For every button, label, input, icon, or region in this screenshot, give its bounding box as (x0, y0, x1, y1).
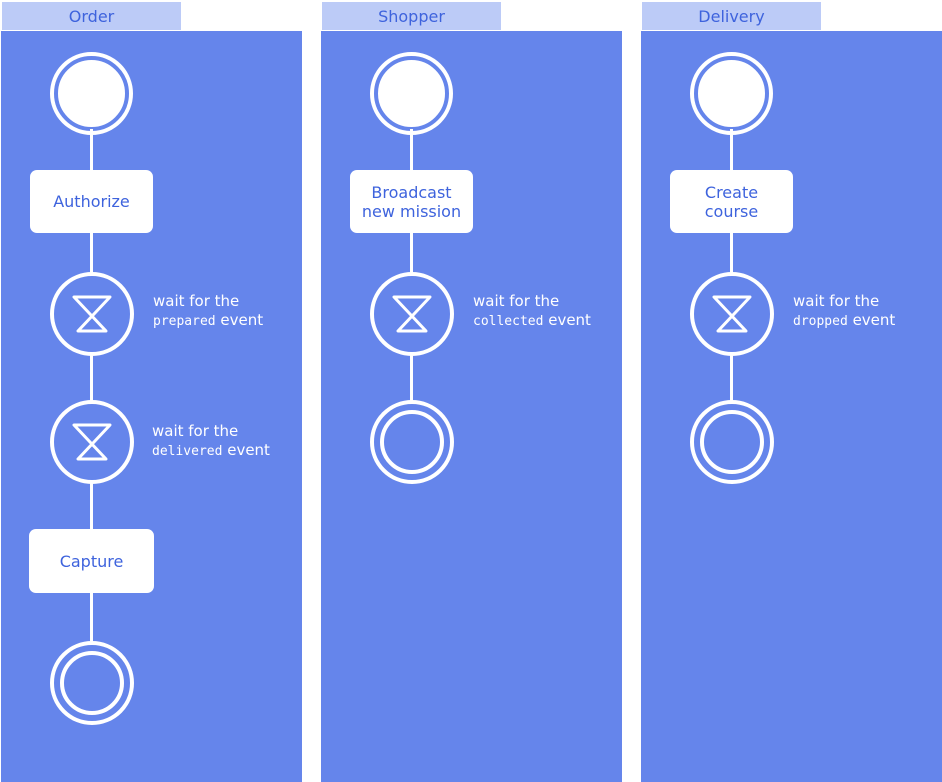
task-label: Authorize (53, 192, 130, 211)
task-label: Capture (59, 551, 124, 571)
task-label: Broadcast new mission (361, 182, 462, 221)
sequence-flow (90, 232, 93, 274)
event-name: collected (473, 314, 544, 329)
sequence-flow (410, 232, 413, 274)
end-event-inner (60, 651, 124, 715)
lane-title: Shopper (378, 7, 445, 26)
end-event-inner (700, 410, 764, 474)
timer-event-collected[interactable] (370, 272, 454, 356)
wait-suffix: event (543, 311, 591, 329)
start-event[interactable] (370, 52, 453, 135)
start-event-inner (698, 60, 765, 127)
sequence-flow (730, 232, 733, 274)
timer-event-delivered[interactable] (50, 400, 134, 484)
lane-shopper: Broadcast new mission wait for the colle… (321, 31, 622, 782)
lane-tab-order[interactable]: Order (2, 2, 181, 30)
lane-tab-delivery[interactable]: Delivery (642, 2, 821, 30)
hourglass-icon (712, 295, 752, 333)
sequence-flow (90, 352, 93, 403)
wait-prefix: wait for the (793, 292, 880, 310)
lane-delivery: Create course wait for the dropped event (641, 31, 942, 782)
task-broadcast-new-mission[interactable]: Broadcast new mission (350, 170, 473, 233)
sequence-flow (90, 129, 93, 171)
event-name: delivered (152, 444, 223, 459)
start-event-inner (378, 60, 445, 127)
wait-label-dropped: wait for the dropped event (793, 292, 895, 331)
sequence-flow (410, 129, 413, 171)
timer-event-dropped[interactable] (690, 272, 774, 356)
wait-suffix: event (215, 311, 264, 329)
wait-suffix: event (222, 441, 270, 459)
end-event[interactable] (690, 400, 774, 484)
lane-title: Delivery (698, 7, 765, 26)
sequence-flow (90, 593, 93, 642)
sequence-flow (90, 482, 93, 530)
hourglass-icon (72, 423, 112, 461)
wait-prefix: wait for the (153, 292, 240, 310)
wait-label-prepared: wait for the prepared event (153, 292, 263, 331)
wait-prefix: wait for the (473, 292, 560, 310)
lane-tab-shopper[interactable]: Shopper (322, 2, 501, 30)
hourglass-icon (392, 295, 432, 333)
wait-prefix: wait for the (152, 422, 239, 440)
sequence-flow (730, 352, 733, 403)
sequence-flow (730, 129, 733, 171)
task-label: Create course (704, 182, 759, 221)
task-authorize[interactable]: Authorize (30, 170, 153, 233)
end-event[interactable] (50, 641, 134, 725)
end-event-inner (380, 410, 444, 474)
start-event[interactable] (690, 52, 773, 135)
wait-suffix: event (847, 311, 896, 329)
start-event-inner (58, 60, 125, 127)
sequence-flow (410, 352, 413, 403)
lane-title: Order (68, 7, 115, 26)
lane-order: Authorize wait for the prepared event wa… (1, 31, 302, 782)
timer-event-prepared[interactable] (50, 272, 134, 356)
hourglass-icon (72, 295, 112, 333)
event-name: prepared (153, 314, 216, 329)
start-event[interactable] (50, 52, 133, 135)
task-create-course[interactable]: Create course (670, 170, 793, 233)
wait-label-delivered: wait for the delivered event (152, 422, 270, 461)
wait-label-collected: wait for the collected event (473, 292, 591, 331)
end-event[interactable] (370, 400, 454, 484)
task-capture[interactable]: Capture (29, 529, 154, 593)
event-name: dropped (793, 314, 848, 329)
